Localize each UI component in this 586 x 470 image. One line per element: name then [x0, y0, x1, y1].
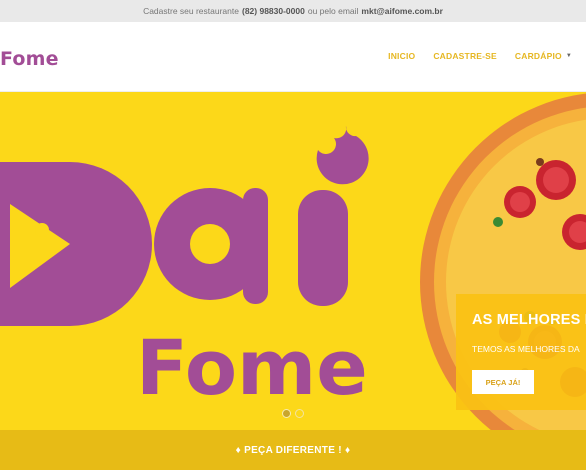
slide-title: AS MELHORES I: [472, 312, 586, 328]
logo-word-fome: Fome: [136, 323, 368, 412]
nav-label: CARDÁPIO: [514, 51, 562, 61]
carousel-pagination: [282, 409, 304, 418]
order-different-banner[interactable]: ♦ PEÇA DIFERENTE ! ♦: [0, 430, 586, 470]
nav-label: CADASTRE-SE: [433, 51, 497, 61]
main-nav: INICIO CADASTRE-SE CARDÁPIO ▼: [388, 51, 572, 61]
topbar-email[interactable]: mkt@aifome.com.br: [361, 6, 443, 16]
hero-carousel: Fome AS MELHORES I TEMOS AS MELHORES DA …: [0, 92, 586, 430]
carousel-dot-1[interactable]: [282, 409, 291, 418]
nav-item-cadastre-se[interactable]: CADASTRE-SE: [433, 51, 497, 61]
slide-caption: AS MELHORES I TEMOS AS MELHORES DA PEÇA …: [456, 294, 586, 410]
slide-subtitle: TEMOS AS MELHORES DA: [472, 344, 580, 354]
top-info-bar: Cadastre seu restaurante (82) 98830-0000…: [0, 0, 586, 22]
nav-item-inicio[interactable]: INICIO: [388, 51, 415, 61]
logo-letter-a: [154, 188, 268, 304]
topbar-phone: (82) 98830-0000: [241, 6, 305, 16]
topbar-text-middle: ou pelo email: [307, 6, 359, 16]
carousel-dot-2[interactable]: [295, 409, 304, 418]
nav-label: INICIO: [388, 51, 416, 61]
order-now-button[interactable]: PEÇA JÁ!: [472, 370, 534, 394]
site-header: Fome INICIO CADASTRE-SE CARDÁPIO ▼: [0, 22, 586, 92]
nav-item-cardapio[interactable]: CARDÁPIO ▼: [515, 51, 572, 61]
site-logo[interactable]: Fome: [0, 48, 59, 70]
topbar-text-before: Cadastre seu restaurante: [143, 6, 239, 16]
caret-down-icon: ▼: [565, 53, 572, 59]
